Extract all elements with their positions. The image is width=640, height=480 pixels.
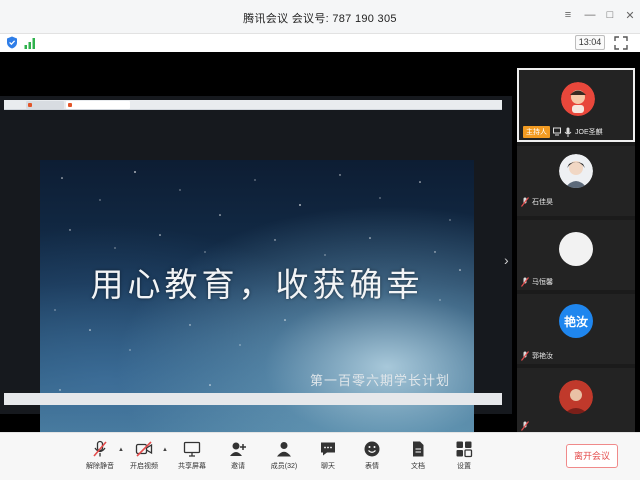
invite-label: 邀请 (231, 463, 245, 470)
participant-tile[interactable]: 石佳昊 (517, 146, 635, 216)
shared-browser-tab (26, 101, 64, 109)
members-icon (277, 442, 291, 457)
invite-icon (230, 442, 246, 456)
minimize-icon[interactable]: — (582, 6, 598, 24)
window-title: 腾讯会议 会议号: 787 190 305 (243, 13, 397, 25)
screen-share-indicator-icon (553, 127, 561, 136)
chat-button[interactable]: 聊天 (308, 440, 348, 478)
participant-name: 马恒馨 (532, 279, 553, 286)
maximize-icon[interactable]: □ (602, 6, 618, 24)
title-bar: 腾讯会议 会议号: 787 190 305 ≡ — □ ✕ (0, 0, 640, 34)
shared-browser-tab-active (66, 101, 130, 109)
participant-name: 郭艳汝 (532, 353, 553, 360)
mic-muted-icon (93, 440, 107, 457)
settings-button[interactable]: 设置 (444, 440, 484, 478)
emoji-label: 表情 (365, 463, 379, 470)
invite-button[interactable]: 邀请 (218, 440, 258, 478)
start-video-label: 开启视频 (130, 463, 158, 470)
mic-muted-icon (521, 421, 529, 431)
participant-tile[interactable] (517, 368, 635, 432)
document-icon (413, 441, 424, 457)
meeting-toolbar: 解除静音 ▲ 开启视频 ▲ 共享屏幕 邀请 成员(32) 聊天 表情 文档 设置… (0, 432, 640, 480)
participants-panel: 主持人 JOE圣麒 石佳昊 马恒馨 艳汝 郭艳汝 (517, 68, 635, 432)
avatar-initials: 艳汝 (559, 304, 593, 338)
participant-name-row: 石佳昊 (521, 196, 553, 208)
document-label: 文档 (411, 463, 425, 470)
unmute-button[interactable]: 解除静音 (80, 440, 120, 478)
settings-icon (456, 441, 473, 458)
share-screen-label: 共享屏幕 (178, 463, 206, 470)
participant-tile[interactable]: 艳汝 郭艳汝 (517, 294, 635, 364)
slide-title: 用心教育，收获确幸 (90, 265, 424, 304)
members-label: 成员(32) (270, 463, 298, 470)
participant-name: JOE圣麒 (575, 129, 603, 136)
host-badge: 主持人 (523, 126, 550, 138)
meeting-stage: 用心教育，收获确幸 第一百零六期学长计划 › 主持人 JOE圣麒 石佳昊 马恒馨… (0, 52, 640, 436)
chat-icon (321, 442, 335, 456)
video-off-icon (135, 441, 153, 457)
meeting-clock: 13:04 (575, 35, 605, 50)
avatar (559, 380, 593, 414)
mic-muted-icon (521, 197, 529, 207)
mic-muted-icon (521, 277, 529, 287)
emoji-button[interactable]: 表情 (352, 440, 392, 478)
shared-browser-statusbar (4, 393, 502, 405)
members-button[interactable]: 成员(32) (264, 440, 304, 478)
participant-name-row: 马恒馨 (521, 276, 553, 288)
participant-name: 石佳昊 (532, 199, 553, 206)
chevron-up-icon[interactable]: ▲ (162, 447, 168, 453)
avatar (561, 82, 595, 116)
screen-share-icon (183, 441, 201, 457)
participant-name-row (521, 420, 532, 432)
start-video-button[interactable]: 开启视频 (124, 440, 164, 478)
slide-subtitle: 第一百零六期学长计划 (310, 374, 451, 389)
participant-tile[interactable]: 马恒馨 (517, 220, 635, 290)
signal-icon[interactable] (24, 37, 36, 49)
fullscreen-icon[interactable] (614, 36, 628, 50)
shared-screen: 用心教育，收获确幸 第一百零六期学长计划 (0, 96, 512, 436)
chat-label: 聊天 (321, 463, 335, 470)
unmute-label: 解除静音 (86, 463, 114, 470)
chevron-right-icon[interactable]: › (504, 252, 509, 268)
participant-tile-host[interactable]: 主持人 JOE圣麒 (517, 68, 635, 142)
mic-icon (564, 127, 572, 137)
participant-name-row: 郭艳汝 (521, 350, 553, 362)
close-icon[interactable]: ✕ (622, 6, 638, 24)
meeting-info-bar: 13:04 (0, 34, 640, 52)
menu-icon[interactable]: ≡ (560, 6, 576, 24)
leave-meeting-button[interactable]: 离开会议 (566, 444, 618, 468)
shield-icon[interactable] (6, 36, 18, 49)
mic-muted-icon (521, 351, 529, 361)
share-screen-button[interactable]: 共享屏幕 (172, 440, 212, 478)
avatar: 艳汝 (559, 304, 593, 338)
avatar (559, 154, 593, 188)
document-button[interactable]: 文档 (398, 440, 438, 478)
participant-name-row: 主持人 JOE圣麒 (523, 126, 603, 138)
avatar (559, 232, 593, 266)
emoji-icon (364, 441, 380, 457)
settings-label: 设置 (457, 463, 471, 470)
shared-browser-toolbar (4, 100, 502, 110)
